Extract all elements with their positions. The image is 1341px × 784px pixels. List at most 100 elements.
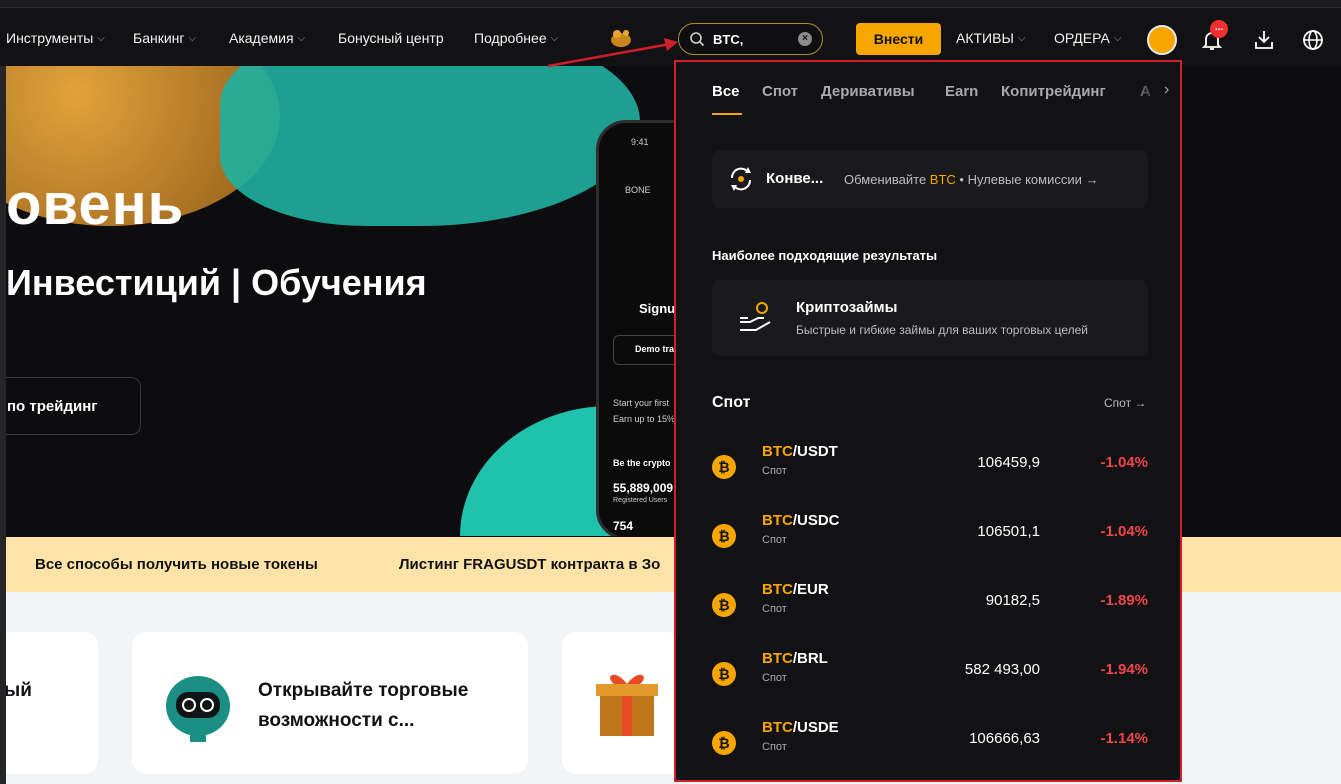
pair-type: Спот <box>762 603 787 615</box>
chevron-down-icon: ⌵ <box>188 32 197 44</box>
nav-banking[interactable]: Банкинг ⌵ <box>133 30 196 46</box>
nav-academy-label: Академия <box>229 30 294 46</box>
spot-pair-row[interactable]: ₿ BTC/USDT Спот 106459,9 -1.04% <box>712 443 1148 503</box>
phone-search: BONE <box>625 185 651 195</box>
nav-assets-label: АКТИВЫ <box>956 30 1014 46</box>
convert-desc-prefix: Обменивайте <box>844 172 930 187</box>
phone-earn: Earn up to 15% <box>613 414 676 424</box>
nav-assets[interactable]: АКТИВЫ ⌵ <box>956 30 1025 46</box>
tab-derivatives[interactable]: Деривативы <box>821 83 915 100</box>
spot-pair-row[interactable]: ₿ BTC/BRL Спот 582 493,00 -1.94% <box>712 650 1148 710</box>
annotation-arrow <box>547 38 678 68</box>
phone-be: Be the crypto <box>613 458 671 468</box>
result-title: Криптозаймы <box>796 299 898 316</box>
search-input[interactable]: BTC, × <box>678 23 823 55</box>
download-icon[interactable] <box>1252 28 1276 52</box>
nav-tools-label: Инструменты <box>6 30 94 46</box>
pair-type: Спот <box>762 465 787 477</box>
promo-card-text: ый <box>4 680 32 701</box>
pair-base: BTC <box>762 650 793 667</box>
chevron-down-icon: ⌵ <box>1113 32 1122 44</box>
page: Инструменты ⌵ Банкинг ⌵ Академия ⌵ Бонус… <box>0 0 1341 784</box>
pair-name: BTC/EUR <box>762 581 829 598</box>
pair-quote: /EUR <box>792 581 829 598</box>
promo-card[interactable]: ый <box>0 632 98 774</box>
pair-type: Спот <box>762 672 787 684</box>
pair-price: 106666,63 <box>969 730 1040 747</box>
pair-name: BTC/BRL <box>762 650 828 667</box>
pair-price: 106459,9 <box>977 454 1040 471</box>
hero-cta-button[interactable]: по трейдинг <box>0 377 141 435</box>
pair-name: BTC/USDT <box>762 443 838 460</box>
pair-quote: /BRL <box>792 650 828 667</box>
promo-card[interactable] <box>562 632 682 774</box>
pair-quote: /USDE <box>792 719 839 736</box>
chevron-down-icon: ⌵ <box>1017 32 1026 44</box>
hero-subtitle: Инвестиций | Обучения <box>6 262 427 303</box>
nav-orders[interactable]: ОРДЕРА ⌵ <box>1054 30 1121 46</box>
nav-academy[interactable]: Академия ⌵ <box>229 30 305 46</box>
convert-desc-suffix: • Нулевые комиссии → <box>955 172 1099 187</box>
pair-change: -1.04% <box>1100 454 1148 471</box>
phone-users: 55,889,009 <box>613 481 674 495</box>
pair-change: -1.04% <box>1100 523 1148 540</box>
globe-icon[interactable] <box>1301 28 1325 52</box>
convert-title: Конве... <box>766 170 824 187</box>
search-dropdown: Все Спот Деривативы Earn Копитрейдинг А … <box>674 60 1182 782</box>
decorative-blob <box>220 66 640 226</box>
spot-see-all-link[interactable]: Спот → <box>1104 396 1146 410</box>
convert-icon <box>730 167 752 191</box>
tab-copytrading[interactable]: Копитрейдинг <box>1001 83 1106 100</box>
pair-base: BTC <box>762 512 793 529</box>
pair-base: BTC <box>762 719 793 736</box>
pair-price: 106501,1 <box>977 523 1040 540</box>
spot-pair-row[interactable]: ₿ BTC/USDC Спот 106501,1 -1.04% <box>712 512 1148 572</box>
result-card-crypto-loans[interactable]: Криптозаймы Быстрые и гибкие займы для в… <box>712 280 1148 356</box>
bitcoin-icon: ₿ <box>712 731 736 755</box>
pair-quote: /USDT <box>792 443 838 460</box>
chevron-down-icon: ⌵ <box>97 32 105 44</box>
promo-card[interactable]: Открывайте торговые возможности с... <box>132 632 528 774</box>
avatar[interactable] <box>1147 25 1177 55</box>
window-edge <box>0 66 6 784</box>
pair-change: -1.89% <box>1100 592 1148 609</box>
pair-type: Спот <box>762 534 787 546</box>
phone-start: Start your first <box>613 398 670 408</box>
pair-price: 90182,5 <box>985 592 1040 609</box>
robot-icon <box>166 676 230 742</box>
convert-desc-highlight: BTC <box>929 172 956 187</box>
convert-card[interactable]: Конве... Обменивайте BTC • Нулевые комис… <box>712 150 1148 208</box>
bitcoin-icon: ₿ <box>712 593 736 617</box>
phone-time: 9:41 <box>631 137 649 147</box>
bitcoin-icon: ₿ <box>712 455 736 479</box>
tab-fade <box>1124 74 1164 114</box>
result-description: Быстрые и гибкие займы для ваших торговы… <box>796 323 1088 337</box>
spot-pair-row[interactable]: ₿ BTC/USDE Спот 106666,63 -1.14% <box>712 719 1148 779</box>
nav-bonus-center[interactable]: Бонусный центр <box>338 30 444 46</box>
nav-orders-label: ОРДЕРА <box>1054 30 1110 46</box>
pair-change: -1.14% <box>1100 730 1148 747</box>
convert-description: Обменивайте BTC • Нулевые комиссии → <box>844 172 1098 187</box>
deposit-button[interactable]: Внести <box>856 23 941 55</box>
phone-users-label: Registered Users <box>613 497 668 504</box>
tab-spot[interactable]: Спот <box>762 83 798 100</box>
phone-demo: Demo tra <box>635 344 675 354</box>
ticker-item[interactable]: Листинг FRAGUSDT контракта в Зо <box>399 556 660 573</box>
loan-hand-icon <box>740 302 771 331</box>
nav-bonus-center-label: Бонусный центр <box>338 30 444 46</box>
pair-name: BTC/USDE <box>762 719 839 736</box>
ticker-item[interactable]: Все способы получить новые токены <box>35 556 318 573</box>
promo-card-line2: возможности с... <box>258 710 415 731</box>
spot-section-header: Спот <box>712 394 751 411</box>
pair-change: -1.94% <box>1100 661 1148 678</box>
clear-icon[interactable]: × <box>798 32 812 46</box>
nav-tools[interactable]: Инструменты ⌵ <box>6 30 105 46</box>
phone-num: 754 <box>613 519 634 533</box>
tab-all[interactable]: Все <box>712 83 740 100</box>
active-tab-indicator <box>712 113 742 115</box>
promo-card-line1: Открывайте торговые <box>258 680 469 701</box>
chevron-right-icon[interactable]: › <box>1164 81 1169 99</box>
gift-icon <box>596 674 658 736</box>
spot-pair-row[interactable]: ₿ BTC/EUR Спот 90182,5 -1.89% <box>712 581 1148 641</box>
tab-earn[interactable]: Earn <box>945 83 978 100</box>
